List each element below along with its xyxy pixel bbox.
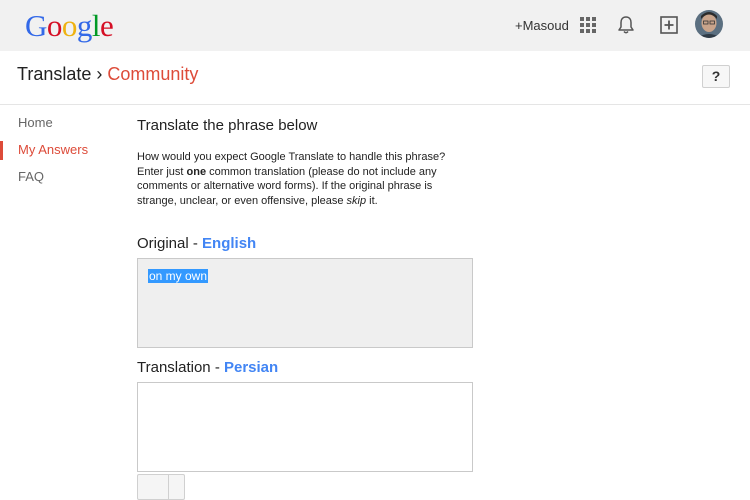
translation-label-text: Translation - — [137, 359, 224, 376]
help-button[interactable]: ? — [702, 65, 730, 88]
sidebar-item-my-answers[interactable]: My Answers — [0, 140, 120, 167]
sidebar-item-home[interactable]: Home — [0, 113, 120, 140]
logo-letter: e — [100, 8, 114, 43]
original-language: English — [202, 235, 257, 252]
breadcrumb-separator: › — [91, 64, 108, 84]
original-label: Original - English — [137, 235, 256, 252]
sidebar-nav: Home My Answers FAQ — [0, 113, 120, 194]
breadcrumb: Translate › Community — [17, 63, 198, 85]
sidebar-item-faq[interactable]: FAQ — [0, 167, 120, 194]
google-logo[interactable]: Google — [25, 8, 114, 43]
original-phrase[interactable]: on my own — [148, 269, 209, 283]
logo-letter: l — [91, 8, 101, 43]
logo-letter: o — [46, 8, 63, 43]
breadcrumb-translate-link[interactable]: Translate — [17, 64, 91, 84]
translation-input[interactable] — [137, 382, 473, 472]
breadcrumb-community[interactable]: Community — [107, 64, 198, 84]
top-bar: Google +Masoud — [0, 0, 750, 51]
apps-grid-icon[interactable] — [580, 17, 596, 33]
logo-letter: G — [25, 8, 47, 43]
instructions-part: it. — [366, 194, 378, 207]
translation-label: Translation - Persian — [137, 359, 278, 376]
instructions-text: How would you expect Google Translate to… — [137, 150, 467, 208]
original-label-text: Original - — [137, 235, 203, 252]
logo-letter: o — [61, 8, 78, 43]
logo-letter: g — [76, 8, 93, 43]
instructions-italic: skip — [346, 194, 367, 207]
avatar[interactable] — [695, 10, 723, 38]
page-title: Translate the phrase below — [137, 117, 318, 134]
action-button-group — [137, 474, 185, 500]
user-profile-link[interactable]: +Masoud — [515, 18, 569, 33]
original-text-box[interactable]: on my own — [137, 258, 473, 348]
instructions-bold: one — [186, 165, 207, 178]
share-plus-icon[interactable] — [660, 16, 678, 34]
dropdown-toggle-button[interactable] — [168, 475, 184, 499]
notifications-bell-icon[interactable] — [617, 15, 635, 35]
submit-button[interactable] — [138, 475, 168, 499]
translation-language: Persian — [223, 359, 279, 376]
